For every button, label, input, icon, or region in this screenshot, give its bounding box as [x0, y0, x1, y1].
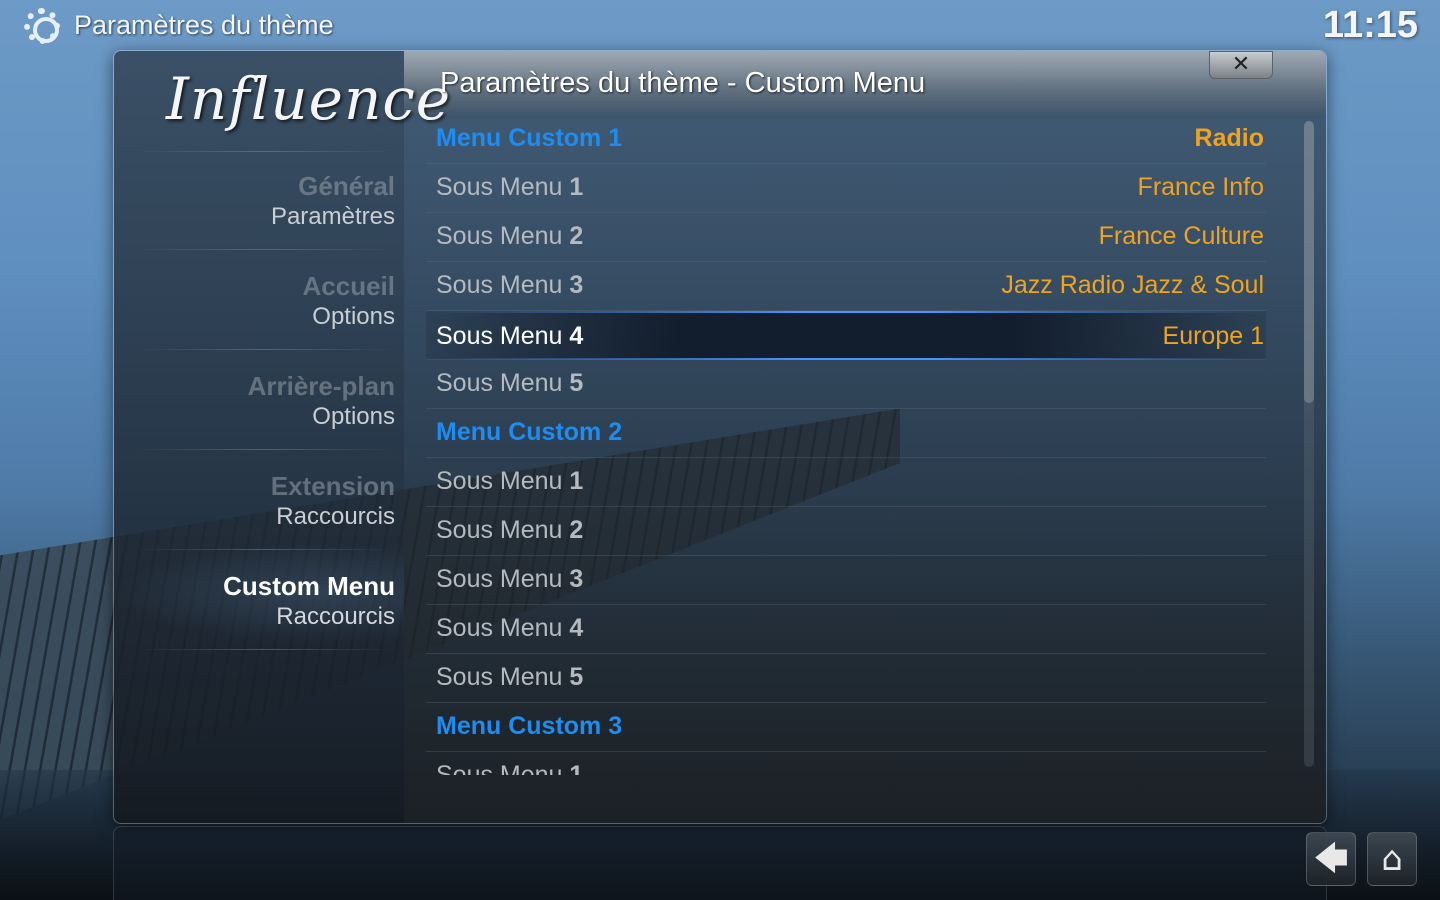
close-button[interactable]: ✕ — [1209, 51, 1273, 79]
sidebar-item-subtitle: Raccourcis — [276, 603, 395, 630]
sidebar-divider — [134, 449, 394, 450]
list-item-label: Menu Custom 2 — [436, 418, 623, 446]
sidebar-divider — [134, 349, 394, 350]
list-item-label: Menu Custom 1 — [436, 124, 623, 152]
footer-bar — [113, 826, 1327, 900]
sidebar-item-custom-menu[interactable]: Custom Menu Raccourcis — [114, 571, 395, 633]
sidebar-divider — [134, 151, 394, 152]
sidebar-item-general[interactable]: Général Paramètres — [114, 171, 395, 233]
sidebar-item-title: Accueil — [302, 271, 396, 301]
list-item-sous-menu[interactable]: Sous Menu 3 — [426, 556, 1266, 605]
influence-logo: Influence — [166, 65, 452, 133]
sidebar-item-title: Custom Menu — [223, 571, 395, 601]
list-item-sous-menu[interactable]: Sous Menu 1 France Info — [426, 164, 1266, 213]
list-item-label: Sous Menu 3 — [436, 271, 584, 299]
top-bar: Paramètres du thème 11:15 — [0, 0, 1440, 52]
window-title: Paramètres du thème — [74, 10, 334, 40]
list-item-value: France Info — [1137, 173, 1264, 201]
sidebar-item-subtitle: Options — [312, 303, 395, 330]
home-icon: ⌂ — [1381, 839, 1403, 879]
list-item-sous-menu[interactable]: Sous Menu 2 France Culture — [426, 213, 1266, 262]
list-item-value: Radio — [1194, 124, 1264, 152]
list-item-label: Sous Menu 2 — [436, 222, 584, 250]
list-item-sous-menu[interactable]: Sous Menu 2 — [426, 507, 1266, 556]
list-item-menu-custom-1[interactable]: Menu Custom 1 Radio — [426, 115, 1266, 164]
list-item-label: Sous Menu 2 — [436, 516, 584, 544]
list-item-sous-menu-selected[interactable]: Sous Menu 4 Europe 1 — [426, 311, 1266, 360]
back-button[interactable]: 🡄 — [1306, 832, 1356, 886]
gear-icon — [24, 8, 60, 44]
sidebar-item-title: Général — [298, 171, 395, 201]
back-arrow-icon: 🡄 — [1313, 839, 1349, 879]
list-item-value: Europe 1 — [1162, 322, 1264, 350]
list-item-label: Sous Menu 1 — [436, 173, 584, 201]
sidebar-item-subtitle: Paramètres — [270, 203, 395, 230]
list-scrollbar[interactable] — [1304, 121, 1314, 767]
settings-dialog: Influence Général Paramètres Accueil Opt… — [113, 50, 1327, 824]
clock: 11:15 — [1322, 4, 1418, 46]
list-item-label: Sous Menu 4 — [436, 322, 584, 350]
list-item-sous-menu[interactable]: Sous Menu 1 — [426, 458, 1266, 507]
sidebar-item-accueil[interactable]: Accueil Options — [114, 271, 396, 333]
list-item-label: Sous Menu 5 — [436, 663, 584, 691]
list-item-sous-menu[interactable]: Sous Menu 4 — [426, 605, 1266, 654]
list-item-label: Sous Menu 1 — [436, 761, 584, 775]
sidebar-item-title: Arrière-plan — [247, 371, 395, 401]
sidebar-item-extension[interactable]: Extension Raccourcis — [114, 471, 395, 533]
list-item-sous-menu[interactable]: Sous Menu 5 — [426, 654, 1266, 703]
dialog-title: Paramètres du thème - Custom Menu — [440, 67, 926, 99]
sidebar-item-title: Extension — [270, 471, 395, 501]
scrollbar-thumb[interactable] — [1304, 121, 1314, 403]
sidebar-item-subtitle: Options — [312, 403, 395, 430]
list-item-sous-menu[interactable]: Sous Menu 5 — [426, 360, 1266, 409]
list-item-label: Sous Menu 5 — [436, 369, 584, 397]
sidebar-item-arriere-plan[interactable]: Arrière-plan Options — [114, 371, 395, 433]
settings-list: Menu Custom 1 Radio Sous Menu 1 France I… — [426, 115, 1266, 775]
list-item-value: France Culture — [1098, 222, 1264, 250]
sidebar-item-subtitle: Raccourcis — [276, 503, 395, 530]
list-item-menu-custom-2[interactable]: Menu Custom 2 — [426, 409, 1266, 458]
sidebar-divider — [134, 649, 394, 650]
list-item-label: Sous Menu 4 — [436, 614, 584, 642]
list-item-menu-custom-3[interactable]: Menu Custom 3 — [426, 703, 1266, 752]
list-item-sous-menu[interactable]: Sous Menu 1 — [426, 752, 1266, 775]
sidebar-divider — [134, 549, 394, 550]
sidebar-divider — [134, 249, 394, 250]
list-item-sous-menu[interactable]: Sous Menu 3 Jazz Radio Jazz & Soul — [426, 262, 1266, 311]
category-sidebar — [114, 51, 404, 823]
list-item-value: Jazz Radio Jazz & Soul — [1001, 271, 1264, 299]
home-button[interactable]: ⌂ — [1367, 832, 1417, 886]
list-item-label: Sous Menu 1 — [436, 467, 584, 495]
list-item-label: Menu Custom 3 — [436, 712, 623, 740]
list-item-label: Sous Menu 3 — [436, 565, 584, 593]
